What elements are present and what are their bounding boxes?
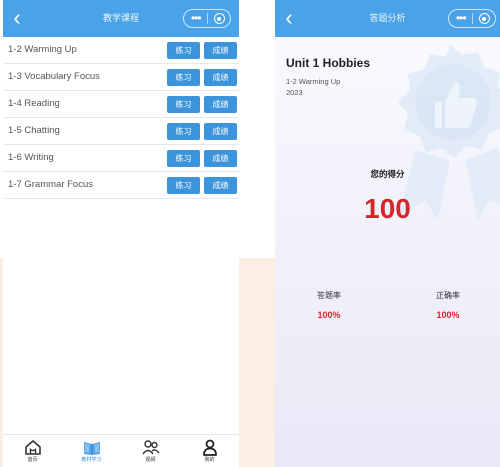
practice-button[interactable]: 练习 [167, 96, 200, 113]
lesson-name: 1-5 Chatting [8, 125, 60, 136]
tab-label: 首页 [27, 457, 38, 463]
more-menu-icon[interactable]: ••• [449, 10, 472, 27]
tab-label: 我的 [204, 457, 215, 463]
score-button[interactable]: 成绩 [204, 123, 237, 140]
score-label: 您的得分 [370, 169, 405, 179]
miniapp-capsule: ••• [448, 9, 496, 28]
tab-label: 视频 [145, 457, 156, 463]
home-icon [24, 440, 41, 455]
tab-textbook[interactable]: 教材学习 [62, 435, 121, 467]
close-miniapp-icon[interactable] [473, 13, 495, 24]
course-list-screen: ‹ 教学课程 ••• 1-2 Warming Up 练习 成绩 1-3 Voca… [3, 0, 239, 467]
page-title: 答题分析 [369, 13, 406, 23]
answer-rate-value: 100% [317, 310, 341, 320]
list-item: 1-3 Vocabulary Focus 练习 成绩 [3, 64, 239, 91]
back-button[interactable]: ‹ [279, 6, 299, 30]
list-item: 1-6 Writing 练习 成绩 [3, 145, 239, 172]
practice-button[interactable]: 练习 [167, 177, 200, 194]
miniapp-capsule: ••• [183, 9, 231, 28]
practice-button[interactable]: 练习 [167, 69, 200, 86]
score-value: 100 [364, 193, 411, 224]
lesson-subtitle: 1-2 Warming Up [286, 77, 341, 86]
lesson-name: 1-3 Vocabulary Focus [8, 71, 100, 82]
unit-title: Unit 1 Hobbies [286, 56, 371, 70]
practice-button[interactable]: 练习 [167, 42, 200, 59]
tab-bar: 首页 教材学习 视频 我的 [3, 434, 239, 467]
page-title: 教学课程 [102, 13, 139, 23]
list-item: 1-7 Grammar Focus 练习 成绩 [3, 172, 239, 199]
accuracy-label: 正确率 [436, 291, 460, 300]
list-item: 1-5 Chatting 练习 成绩 [3, 118, 239, 145]
score-button[interactable]: 成绩 [204, 69, 237, 86]
answer-analysis-screen: ‹ 答题分析 ••• Unit 1 Hobbies 1-2 Warming Up… [275, 0, 500, 467]
accuracy-value: 100% [436, 310, 460, 320]
lesson-name: 1-7 Grammar Focus [8, 179, 93, 190]
year-label: 2023 [286, 88, 303, 97]
lesson-name: 1-2 Warming Up [8, 44, 77, 55]
lesson-name: 1-6 Writing [8, 152, 54, 163]
answer-rate-label: 答题率 [317, 291, 341, 300]
more-menu-icon[interactable]: ••• [184, 10, 207, 27]
book-icon [83, 442, 100, 455]
navbar: ‹ 答题分析 ••• [275, 0, 500, 37]
user-icon [202, 439, 217, 456]
back-button[interactable]: ‹ [7, 6, 27, 30]
tab-mine[interactable]: 我的 [180, 435, 239, 467]
tab-label: 教材学习 [81, 457, 102, 463]
score-button[interactable]: 成绩 [204, 42, 237, 59]
score-button[interactable]: 成绩 [204, 177, 237, 194]
tab-home[interactable]: 首页 [3, 435, 62, 467]
score-button[interactable]: 成绩 [204, 96, 237, 113]
practice-button[interactable]: 练习 [167, 123, 200, 140]
list-item: 1-4 Reading 练习 成绩 [3, 91, 239, 118]
group-icon [141, 440, 160, 455]
lesson-list: 1-2 Warming Up 练习 成绩 1-3 Vocabulary Focu… [3, 37, 239, 199]
list-item: 1-2 Warming Up 练习 成绩 [3, 37, 239, 64]
navbar: ‹ 教学课程 ••• [3, 0, 239, 37]
score-button[interactable]: 成绩 [204, 150, 237, 167]
lesson-name: 1-4 Reading [8, 98, 60, 109]
tab-video[interactable]: 视频 [121, 435, 180, 467]
close-miniapp-icon[interactable] [208, 13, 230, 24]
practice-button[interactable]: 练习 [167, 150, 200, 167]
